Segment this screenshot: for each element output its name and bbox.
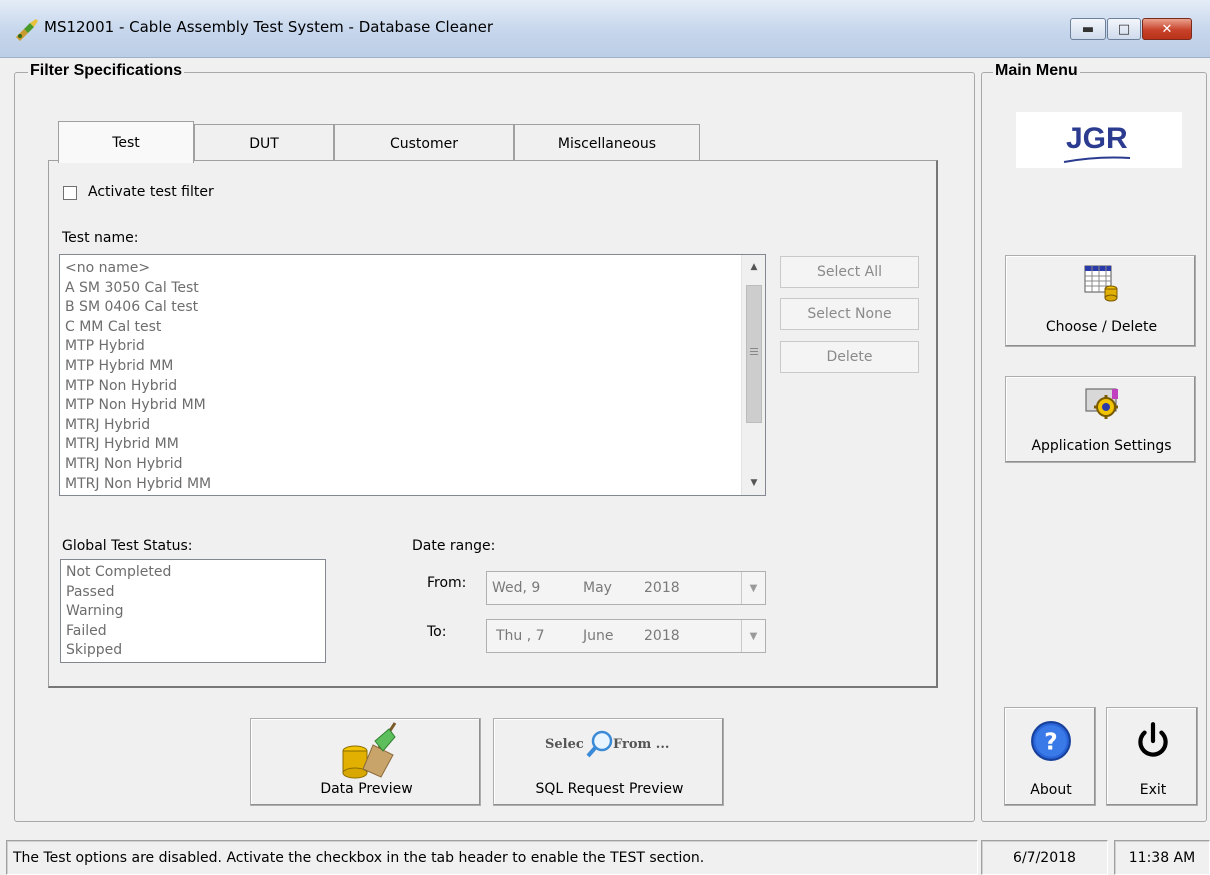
- status-time-text: 11:38 AM: [1128, 849, 1196, 866]
- select-all-button[interactable]: Select All: [780, 256, 919, 288]
- data-preview-button[interactable]: Data Preview: [250, 718, 481, 806]
- application-settings-button[interactable]: Application Settings: [1005, 376, 1196, 463]
- minimize-icon: ▬: [1081, 21, 1095, 37]
- status-message-text: The Test options are disabled. Activate …: [13, 849, 705, 866]
- to-date-picker[interactable]: Thu , 7 June 2018 ▼: [486, 619, 766, 653]
- to-date-day: Thu , 7: [496, 628, 545, 644]
- logo-swoosh: [1063, 156, 1131, 163]
- sql-icon-text-right: From ...: [613, 737, 670, 752]
- to-label: To:: [427, 624, 447, 640]
- from-dropdown-icon[interactable]: ▼: [741, 572, 765, 604]
- svg-text:?: ?: [1044, 729, 1057, 755]
- list-scrollbar[interactable]: ▲ ▼: [741, 255, 765, 495]
- status-list-items: Not Completed Passed Warning Failed Skipped: [66, 563, 171, 661]
- sql-request-preview-label: SQL Request Preview: [535, 781, 684, 797]
- test-name-item[interactable]: B SM 0406 Cal test: [65, 298, 211, 318]
- from-date-month: May: [583, 580, 612, 596]
- status-item[interactable]: Skipped: [66, 641, 171, 661]
- magnifier-icon: [586, 730, 613, 758]
- close-button[interactable]: ✕: [1142, 18, 1192, 40]
- from-date-picker[interactable]: Wed, 9 May 2018 ▼: [486, 571, 766, 605]
- exit-button[interactable]: Exit: [1106, 707, 1198, 806]
- scroll-thumb[interactable]: [746, 285, 762, 423]
- scroll-down-icon[interactable]: ▼: [742, 473, 766, 493]
- logo-text: JGR: [1066, 122, 1128, 155]
- date-range-label: Date range:: [412, 538, 496, 554]
- window-title: MS12001 - Cable Assembly Test System - D…: [44, 18, 494, 36]
- to-dropdown-icon[interactable]: ▼: [741, 620, 765, 652]
- status-item[interactable]: Passed: [66, 583, 171, 603]
- test-name-item[interactable]: MTRJ Hybrid: [65, 416, 211, 436]
- test-name-item[interactable]: MTP Hybrid MM: [65, 357, 211, 377]
- status-item[interactable]: Failed: [66, 622, 171, 642]
- from-date-day: Wed, 9: [492, 580, 541, 596]
- power-icon: [1138, 722, 1168, 757]
- to-date-year: 2018: [644, 628, 680, 644]
- to-date-month: June: [583, 628, 614, 644]
- test-name-item[interactable]: MTRJ Hybrid MM: [65, 435, 211, 455]
- table-database-icon: [1084, 265, 1118, 302]
- test-name-item[interactable]: C MM Cal test: [65, 318, 211, 338]
- delete-button[interactable]: Delete: [780, 341, 919, 373]
- title-bar[interactable]: MS12001 - Cable Assembly Test System - D…: [0, 0, 1210, 58]
- test-name-list-items: <no name> A SM 3050 Cal Test B SM 0406 Cal…: [65, 259, 211, 494]
- about-label: About: [1030, 782, 1072, 798]
- status-date: 6/7/2018: [981, 840, 1108, 875]
- tab-dut[interactable]: DUT: [194, 124, 334, 162]
- settings-gear-icon: [1085, 388, 1118, 419]
- maximize-icon: □: [1117, 21, 1131, 37]
- global-test-status-label: Global Test Status:: [62, 538, 193, 554]
- test-name-item[interactable]: MTP Non Hybrid MM: [65, 396, 211, 416]
- from-label: From:: [427, 575, 467, 591]
- sql-request-preview-button[interactable]: Selec From ... SQL Request Preview: [493, 718, 724, 806]
- test-name-item[interactable]: <no name>: [65, 259, 211, 279]
- about-button[interactable]: ? About: [1004, 707, 1096, 806]
- minimize-button[interactable]: ▬: [1070, 18, 1106, 40]
- test-name-item[interactable]: A SM 3050 Cal Test: [65, 279, 211, 299]
- test-name-listbox[interactable]: <no name> A SM 3050 Cal Test B SM 0406 Cal…: [59, 254, 766, 496]
- tab-test[interactable]: Test: [58, 121, 194, 163]
- filter-specifications-label: Filter Specifications: [28, 62, 185, 80]
- status-item[interactable]: Not Completed: [66, 563, 171, 583]
- scroll-up-icon[interactable]: ▲: [742, 257, 766, 277]
- data-preview-label: Data Preview: [320, 781, 413, 797]
- status-message: The Test options are disabled. Activate …: [6, 840, 978, 875]
- choose-delete-button[interactable]: Choose / Delete: [1005, 255, 1196, 347]
- status-date-text: 6/7/2018: [1013, 849, 1076, 866]
- database-broom-icon: [342, 722, 397, 779]
- sql-icon-text-left: Selec: [545, 737, 584, 752]
- from-date-year: 2018: [644, 580, 680, 596]
- test-name-item[interactable]: MTRJ Non Hybrid: [65, 455, 211, 475]
- jgr-logo: JGR: [1016, 112, 1182, 168]
- main-menu-label: Main Menu: [993, 62, 1080, 80]
- help-icon: ?: [1031, 721, 1071, 761]
- select-none-button[interactable]: Select None: [780, 298, 919, 330]
- exit-label: Exit: [1139, 782, 1167, 798]
- test-name-label: Test name:: [62, 230, 139, 246]
- tab-miscellaneous[interactable]: Miscellaneous: [514, 124, 700, 162]
- tab-customer[interactable]: Customer: [334, 124, 514, 162]
- choose-delete-label: Choose / Delete: [1045, 319, 1158, 335]
- activate-test-filter-label[interactable]: Activate test filter: [88, 184, 214, 200]
- activate-test-filter-checkbox[interactable]: [63, 186, 77, 200]
- application-settings-label: Application Settings: [1031, 438, 1172, 454]
- test-name-item[interactable]: MTRJ Non Hybrid MM: [65, 475, 211, 495]
- maximize-button[interactable]: □: [1107, 18, 1141, 40]
- status-item[interactable]: Warning: [66, 602, 171, 622]
- test-name-item[interactable]: MTP Hybrid: [65, 337, 211, 357]
- status-time: 11:38 AM: [1114, 840, 1210, 875]
- close-icon: ✕: [1161, 21, 1173, 37]
- app-icon: [16, 19, 38, 41]
- test-name-item[interactable]: MTP Non Hybrid: [65, 377, 211, 397]
- global-test-status-listbox[interactable]: Not Completed Passed Warning Failed Skipped: [60, 559, 326, 663]
